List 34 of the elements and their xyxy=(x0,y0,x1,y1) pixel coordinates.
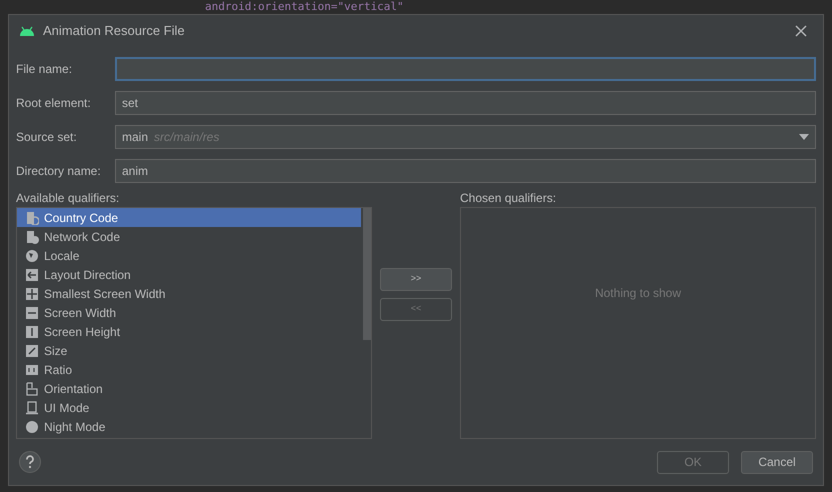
qualifier-item[interactable]: UI Mode xyxy=(17,398,361,417)
input-field[interactable]: anim xyxy=(115,159,816,183)
input-field[interactable] xyxy=(115,57,816,81)
move-button[interactable]: >> xyxy=(380,268,452,290)
qualifier-item[interactable]: Layout Direction xyxy=(17,265,361,284)
code-line: android:orientation="vertical" xyxy=(205,0,404,13)
dropdown-value: main xyxy=(122,129,148,146)
qualifier-item[interactable]: Network Code xyxy=(17,227,361,246)
field-label: Directory name: xyxy=(16,163,102,180)
field-label: File name: xyxy=(16,61,74,78)
section-label: Chosen qualifiers: xyxy=(460,190,558,207)
qualifier-item[interactable]: Screen Height xyxy=(17,322,361,341)
scrollbar[interactable] xyxy=(363,208,371,340)
direction-icon xyxy=(25,268,39,282)
window-title: Animation Resource File xyxy=(43,22,185,40)
dialog-button[interactable]: Cancel xyxy=(741,450,813,474)
input-field[interactable]: set xyxy=(115,91,816,115)
field-label: Source set: xyxy=(16,129,78,146)
field-label: Root element: xyxy=(16,95,92,112)
close-icon[interactable] xyxy=(795,25,807,37)
section-label: Available qualifiers: xyxy=(16,190,120,207)
empty-text: Nothing to show xyxy=(594,285,682,302)
orientation-icon xyxy=(25,382,39,396)
qualifier-item[interactable]: Country Code xyxy=(17,208,361,227)
qualifier-item[interactable]: Night Mode xyxy=(17,417,361,436)
qualifier-item[interactable]: Size xyxy=(17,341,361,360)
qualifier-item[interactable]: Smallest Screen Width xyxy=(17,284,361,303)
qualifier-item[interactable]: Orientation xyxy=(17,379,361,398)
help-icon[interactable] xyxy=(19,451,41,473)
qualifier-item[interactable]: Ratio xyxy=(17,360,361,379)
caret-icon xyxy=(799,134,809,140)
android-icon xyxy=(19,26,35,36)
qualifier-item[interactable]: Screen Width xyxy=(17,303,361,322)
qualifier-item[interactable]: Locale xyxy=(17,246,361,265)
